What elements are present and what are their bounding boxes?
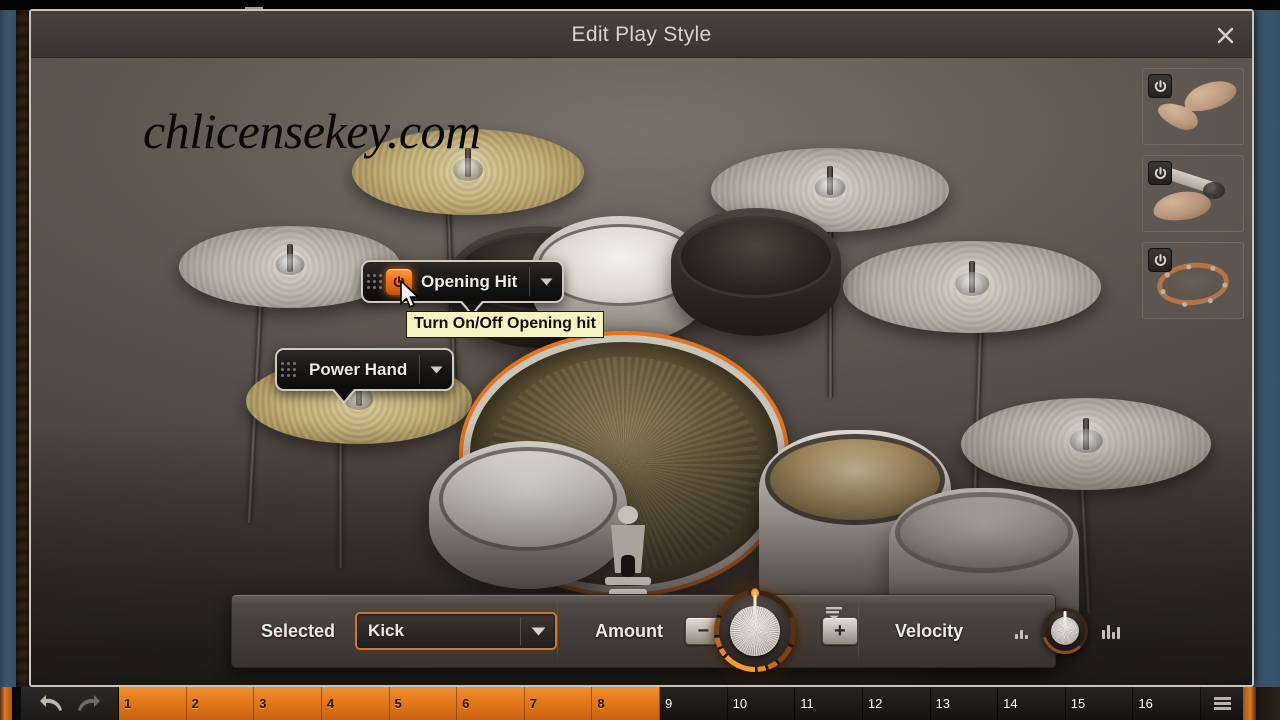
selected-dropdown[interactable]: Kick	[355, 612, 558, 650]
knob-pointer	[1063, 611, 1067, 631]
tooltip: Turn On/Off Opening hit	[406, 311, 604, 338]
timeline-bar[interactable]: 4	[321, 687, 390, 720]
dialog-title: Edit Play Style	[571, 23, 712, 46]
timeline-bar[interactable]: 14	[998, 687, 1066, 720]
timeline-bars[interactable]: 1 2 3 4 5 6 7 8 9 10 11 12 13 14 15 16	[119, 687, 1201, 720]
drum-kit-stage[interactable]: chlicensekey.com Opening Hit Power Hand …	[31, 58, 1252, 685]
knob-pointer	[753, 595, 757, 627]
velocity-knob[interactable]	[1042, 608, 1089, 654]
timeline-bar[interactable]: 9	[660, 687, 728, 720]
timeline-bar[interactable]: 5	[389, 687, 458, 720]
timeline-left-accent	[0, 687, 12, 720]
timeline-bar[interactable]: 1	[119, 687, 187, 720]
chevron-down-icon[interactable]	[420, 350, 452, 389]
bars-high-icon	[1102, 623, 1121, 639]
timeline-gap	[12, 687, 21, 720]
timeline-bar[interactable]: 15	[1065, 687, 1134, 720]
mouse-pointer-icon	[399, 280, 421, 315]
amount-label: Amount	[595, 620, 664, 641]
power-icon[interactable]	[1148, 161, 1172, 185]
panel-brush[interactable]	[1142, 155, 1244, 232]
redo-arrow-icon[interactable]	[75, 694, 101, 714]
drag-handle-icon[interactable]	[277, 350, 299, 389]
amount-section: Amount − +	[558, 588, 859, 672]
timeline-ruler: 1 2 3 4 5 6 7 8 9 10 11 12 13 14 15 16	[0, 687, 1280, 720]
watermark-text: chlicensekey.com	[143, 103, 481, 159]
timeline-right-edge	[1256, 687, 1280, 720]
cymbal-bell	[275, 253, 305, 276]
crash-cymbal-right[interactable]	[961, 398, 1211, 490]
power-icon[interactable]	[1148, 74, 1172, 98]
chevron-down-icon[interactable]	[530, 262, 562, 301]
floor-tom-2-head	[894, 491, 1074, 574]
list-menu-icon[interactable]	[826, 607, 843, 625]
cymbal-bell	[814, 176, 846, 199]
velocity-section: Velocity	[859, 595, 1121, 667]
drag-handle-icon[interactable]	[363, 262, 385, 301]
timeline-bar[interactable]: 12	[862, 687, 931, 720]
rack-tom-dark-right[interactable]	[671, 208, 841, 336]
dialog-titlebar: Edit Play Style	[31, 11, 1252, 58]
timeline-right-accent	[1243, 687, 1256, 720]
timeline-bar[interactable]: 3	[254, 687, 322, 720]
tom-head	[677, 215, 835, 298]
cymbal-bell	[452, 158, 484, 181]
selected-label: Selected	[261, 620, 336, 641]
selected-section: Selected Kick	[232, 595, 558, 667]
badge-pointer-tail	[331, 389, 357, 404]
timeline-bar[interactable]: 13	[930, 687, 999, 720]
control-bar: Selected Kick Amount − + Velocity	[231, 588, 1121, 672]
timeline-tools[interactable]	[1201, 687, 1243, 720]
list-menu-icon[interactable]	[1213, 697, 1231, 710]
timeline-bar[interactable]: 7	[524, 687, 593, 720]
power-icon[interactable]	[1148, 248, 1172, 272]
chevron-down-icon[interactable]	[521, 627, 555, 636]
badge-label: Power Hand	[309, 359, 408, 379]
panel-hands[interactable]	[1142, 68, 1244, 145]
instrument-panels	[1142, 68, 1244, 329]
panel-tambourine[interactable]	[1142, 242, 1244, 319]
timeline-bar[interactable]: 8	[592, 687, 660, 720]
undo-arrow-icon[interactable]	[39, 694, 65, 714]
timeline-bar[interactable]: 16	[1133, 687, 1201, 720]
snare-drum[interactable]	[429, 441, 627, 589]
badge-opening-hit[interactable]: Opening Hit	[361, 260, 565, 316]
undo-redo-group	[21, 687, 119, 720]
snare-head	[438, 446, 618, 551]
timeline-bar[interactable]: 11	[795, 687, 863, 720]
cymbal-bell	[955, 272, 989, 297]
timeline-bar[interactable]: 10	[727, 687, 796, 720]
close-icon[interactable]	[1208, 20, 1242, 50]
bars-low-icon	[1015, 623, 1029, 639]
timeline-bar[interactable]: 2	[186, 687, 255, 720]
ride-cymbal-right[interactable]	[843, 241, 1101, 333]
desktop-left-edge	[0, 0, 16, 720]
edit-play-style-dialog: Edit Play Style chlicensekey.com Opening…	[29, 9, 1254, 687]
badge-label: Opening Hit	[421, 271, 518, 291]
timeline-bar[interactable]: 6	[457, 687, 525, 720]
badge-power-hand[interactable]: Power Hand	[275, 348, 455, 404]
velocity-label: Velocity	[895, 620, 964, 641]
cymbal-bell	[1069, 429, 1103, 454]
selected-value: Kick	[368, 621, 404, 640]
amount-knob[interactable]	[714, 588, 797, 672]
